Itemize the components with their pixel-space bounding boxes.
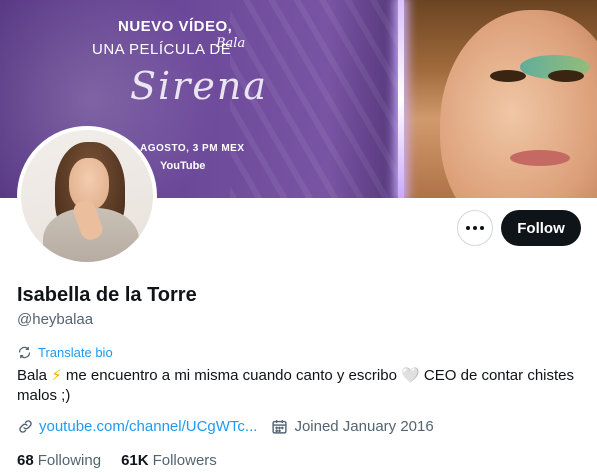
translate-bio-label: Translate bio <box>38 345 113 360</box>
bio-text-2: me encuentro a mi misma cuando canto y e… <box>61 367 402 384</box>
more-dots-icon <box>466 226 484 230</box>
link-icon <box>19 420 32 433</box>
banner-brand-logo: Bala <box>216 36 246 51</box>
banner-promo-title: Sirena <box>130 64 268 108</box>
banner-promo-platform: YouTube <box>160 160 206 172</box>
lightning-emoji-icon: ⚡ <box>51 367 62 384</box>
banner-promo-line2: UNA PELÍCULA DE <box>92 41 232 58</box>
banner-eye-left <box>490 70 526 82</box>
translate-icon <box>18 346 31 359</box>
followers-label: Followers <box>152 452 217 469</box>
bio-text-1: Bala <box>17 367 52 384</box>
banner-promo-line1: NUEVO VÍDEO, <box>118 18 233 35</box>
followers-count: 61K <box>121 452 149 469</box>
translate-bio-link[interactable]: Translate bio <box>17 345 113 360</box>
joined-date: Joined January 2016 <box>271 418 434 435</box>
white-heart-emoji-icon: 🤍 <box>401 367 420 384</box>
banner-eye-right <box>548 70 584 82</box>
profile-bio: Bala ⚡ me encuentro a mi misma cuando ca… <box>17 366 577 406</box>
profile-website-link[interactable]: youtube.com/channel/UCgWTc... <box>17 418 257 435</box>
banner-lips <box>510 150 570 166</box>
calendar-icon <box>272 420 288 434</box>
profile-stats: 68 Following 61K Followers <box>17 452 217 469</box>
profile-handle: @heybalaa <box>17 311 94 328</box>
more-options-button[interactable] <box>457 210 493 246</box>
following-label: Following <box>37 452 102 469</box>
joined-text: Joined January 2016 <box>294 418 434 435</box>
following-count: 68 <box>17 452 34 469</box>
banner-neon-light <box>398 0 404 198</box>
follow-button[interactable]: Follow <box>501 210 581 246</box>
profile-avatar[interactable] <box>17 126 157 266</box>
website-link-text: youtube.com/channel/UCgWTc... <box>39 418 258 435</box>
followers-link[interactable]: 61K Followers <box>121 452 217 469</box>
profile-meta: youtube.com/channel/UCgWTc... Joined Jan… <box>17 418 434 435</box>
following-link[interactable]: 68 Following <box>17 452 101 469</box>
profile-name: Isabella de la Torre <box>17 284 197 306</box>
banner-promo-date: AGOSTO, 3 PM MEX <box>140 143 245 154</box>
